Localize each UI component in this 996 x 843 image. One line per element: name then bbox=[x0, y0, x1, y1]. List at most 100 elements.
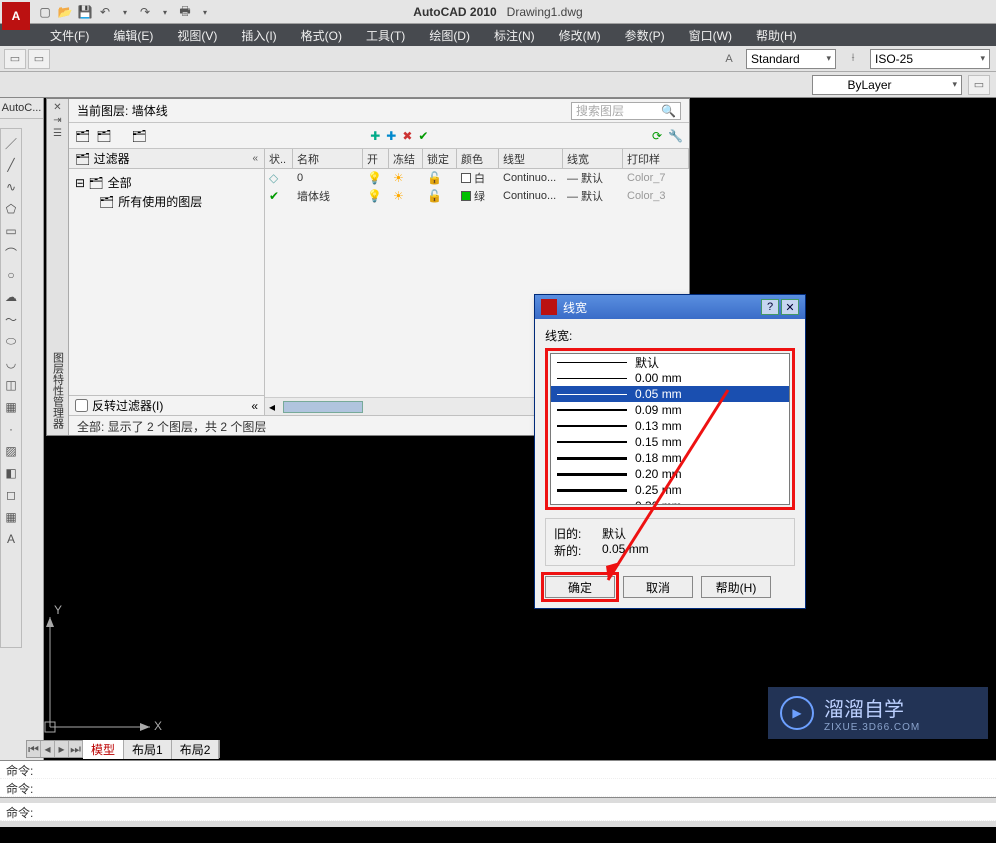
new-layer-freeze-icon[interactable]: ✚ bbox=[386, 129, 396, 143]
tab-last-icon[interactable]: ⏭ bbox=[69, 741, 83, 757]
layer-state-icon[interactable]: 🗂 bbox=[131, 129, 146, 143]
print-icon[interactable]: 🖶 bbox=[176, 3, 194, 21]
collapse-icon[interactable]: « bbox=[251, 399, 258, 413]
lineweight-option[interactable]: 0.15 mm bbox=[551, 434, 789, 450]
close-icon[interactable]: ✕ bbox=[53, 102, 61, 113]
new-icon[interactable]: ▢ bbox=[36, 3, 54, 21]
mtext-icon[interactable]: A bbox=[1, 529, 21, 549]
open-icon[interactable]: 📂 bbox=[56, 3, 74, 21]
settings-icon[interactable]: 🔧 bbox=[668, 129, 683, 143]
collapse-icon[interactable]: « bbox=[252, 153, 258, 164]
gradient-icon[interactable]: ◧ bbox=[1, 463, 21, 483]
menu-view[interactable]: 视图(V) bbox=[165, 24, 229, 47]
lineweight-option[interactable]: 0.18 mm bbox=[551, 450, 789, 466]
undo-icon[interactable]: ↶ bbox=[96, 3, 114, 21]
text-style-icon[interactable]: A bbox=[718, 49, 740, 69]
close-icon[interactable]: ✕ bbox=[781, 299, 799, 315]
layer-row[interactable]: ✔墙体线💡☀🔓绿Continuo...— 默认Color_3 bbox=[265, 187, 689, 205]
redo-icon[interactable]: ↷ bbox=[136, 3, 154, 21]
tree-node-all[interactable]: ⊟ 🗂 全部 bbox=[75, 173, 258, 192]
tab-prev-icon[interactable]: ◂ bbox=[41, 741, 55, 757]
filter-tree-head: 过滤器 bbox=[94, 150, 130, 167]
tool-btn[interactable]: ▭ bbox=[4, 49, 26, 69]
point-icon[interactable]: · bbox=[1, 419, 21, 439]
menu-file[interactable]: 文件(F) bbox=[38, 24, 101, 47]
tab-model[interactable]: 模型 bbox=[83, 740, 124, 759]
dim-style-icon[interactable]: ⟊ bbox=[842, 49, 864, 69]
dim-style-dropdown[interactable]: ISO-25▾ bbox=[870, 49, 990, 69]
help-button[interactable]: 帮助(H) bbox=[701, 576, 771, 598]
new-group-icon[interactable]: 🗂 bbox=[96, 129, 111, 143]
lineweight-option[interactable]: 0.09 mm bbox=[551, 402, 789, 418]
circle-icon[interactable]: ○ bbox=[1, 265, 21, 285]
line-icon[interactable]: ／ bbox=[1, 133, 21, 153]
menu-draw[interactable]: 绘图(D) bbox=[417, 24, 482, 47]
text-style-dropdown[interactable]: Standard▾ bbox=[746, 49, 836, 69]
menu-help[interactable]: 帮助(H) bbox=[744, 24, 809, 47]
menu-format[interactable]: 格式(O) bbox=[289, 24, 354, 47]
menu-modify[interactable]: 修改(M) bbox=[547, 24, 613, 47]
tree-node-used[interactable]: 🗂 所有使用的图层 bbox=[75, 192, 258, 211]
pin-icon[interactable]: ⇥ bbox=[53, 115, 61, 126]
lineweight-option[interactable]: 0.13 mm bbox=[551, 418, 789, 434]
lineweight-option[interactable]: 0.20 mm bbox=[551, 466, 789, 482]
ellipsearc-icon[interactable]: ◡ bbox=[1, 353, 21, 373]
lineweight-option[interactable]: 0.30 mm bbox=[551, 498, 789, 505]
menu-tools[interactable]: 工具(T) bbox=[354, 24, 417, 47]
ok-button[interactable]: 确定 bbox=[545, 576, 615, 598]
layer-row[interactable]: ◇0💡☀🔓白Continuo...— 默认Color_7 bbox=[265, 169, 689, 187]
menu-annotate[interactable]: 标注(N) bbox=[482, 24, 547, 47]
app-title: AutoCAD 2010 Drawing1.dwg bbox=[413, 5, 582, 19]
lineweight-option[interactable]: 0.25 mm bbox=[551, 482, 789, 498]
undo-dd-icon[interactable]: ▾ bbox=[116, 3, 134, 21]
layer-search-input[interactable]: 搜索图层 🔍 bbox=[571, 102, 681, 120]
cancel-button[interactable]: 取消 bbox=[623, 576, 693, 598]
save-icon[interactable]: 💾 bbox=[76, 3, 94, 21]
delete-layer-icon[interactable]: ✖ bbox=[402, 129, 412, 143]
lineweight-option[interactable]: 0.00 mm bbox=[551, 370, 789, 386]
tab-next-icon[interactable]: ▸ bbox=[55, 741, 69, 757]
region-icon[interactable]: ◻ bbox=[1, 485, 21, 505]
menu-icon[interactable]: ☰ bbox=[53, 128, 62, 139]
menu-param[interactable]: 参数(P) bbox=[613, 24, 677, 47]
spline-icon[interactable]: 〜 bbox=[1, 309, 21, 329]
mline-icon[interactable]: ╱ bbox=[1, 155, 21, 175]
new-filter-icon[interactable]: 🗂 bbox=[75, 129, 90, 143]
command-line[interactable]: 命令: 命令: 命令: bbox=[0, 760, 996, 827]
lineweight-list[interactable]: 默认0.00 mm0.05 mm0.09 mm0.13 mm0.15 mm0.1… bbox=[550, 353, 790, 505]
menu-window[interactable]: 窗口(W) bbox=[677, 24, 744, 47]
plot-style-btn[interactable]: ▭ bbox=[968, 75, 990, 95]
ellipse-icon[interactable]: ⬭ bbox=[1, 331, 21, 351]
menu-insert[interactable]: 插入(I) bbox=[229, 24, 288, 47]
redo-dd-icon[interactable]: ▾ bbox=[156, 3, 174, 21]
pline-icon[interactable]: ∿ bbox=[1, 177, 21, 197]
command-prompt[interactable]: 命令: bbox=[0, 803, 996, 821]
block-icon[interactable]: ◫ bbox=[1, 375, 21, 395]
lineweight-option[interactable]: 默认 bbox=[551, 354, 789, 370]
refresh-icon[interactable]: ⟳ bbox=[652, 129, 662, 143]
rect-icon[interactable]: ▭ bbox=[1, 221, 21, 241]
polygon-icon[interactable]: ⬠ bbox=[1, 199, 21, 219]
table-icon[interactable]: ▦ bbox=[1, 507, 21, 527]
help-icon[interactable]: ? bbox=[761, 299, 779, 315]
tab-layout1[interactable]: 布局1 bbox=[124, 740, 172, 759]
arc-icon[interactable]: ⌒ bbox=[1, 243, 21, 263]
lineweight-option[interactable]: 0.05 mm bbox=[551, 386, 789, 402]
new-layer-icon[interactable]: ✚ bbox=[370, 129, 380, 143]
tool-btn[interactable]: ▭ bbox=[28, 49, 50, 69]
invert-filter-checkbox[interactable] bbox=[75, 399, 88, 412]
plot-style-dropdown[interactable]: ByLayer▾ bbox=[812, 75, 962, 95]
tab-first-icon[interactable]: ⏮ bbox=[27, 741, 41, 757]
left-panel-label: AutoC... bbox=[0, 98, 43, 119]
qat-dd-icon[interactable]: ▾ bbox=[196, 3, 214, 21]
app-logo[interactable]: A bbox=[2, 2, 30, 30]
tab-layout2[interactable]: 布局2 bbox=[172, 740, 220, 759]
revcloud-icon[interactable]: ☁ bbox=[1, 287, 21, 307]
makeblock-icon[interactable]: ▦ bbox=[1, 397, 21, 417]
drawing-area[interactable]: AutoC... ／ ╱ ∿ ⬠ ▭ ⌒ ○ ☁ 〜 ⬭ ◡ ◫ ▦ · ▨ ◧… bbox=[0, 98, 996, 760]
annotation-highlight: 默认0.00 mm0.05 mm0.09 mm0.13 mm0.15 mm0.1… bbox=[545, 348, 795, 510]
set-current-icon[interactable]: ✔ bbox=[418, 129, 428, 143]
menu-edit[interactable]: 编辑(E) bbox=[101, 24, 165, 47]
dialog-titlebar[interactable]: 线宽 ? ✕ bbox=[535, 295, 805, 319]
hatch-icon[interactable]: ▨ bbox=[1, 441, 21, 461]
